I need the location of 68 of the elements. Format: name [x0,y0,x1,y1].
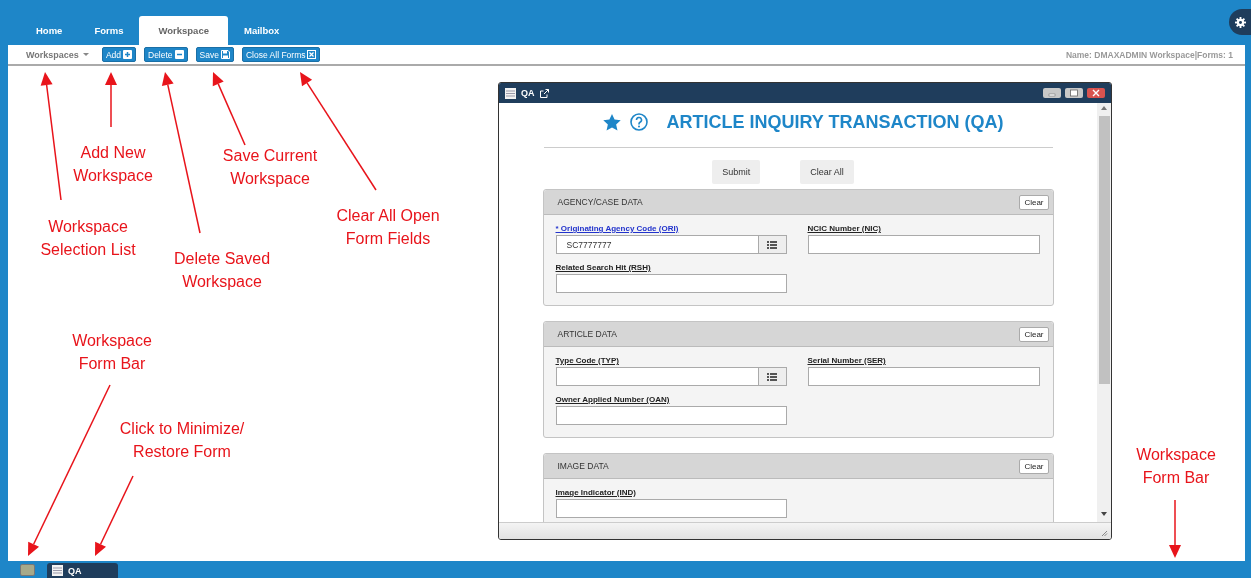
clear-button[interactable]: Clear [1019,458,1049,474]
taskbar-item[interactable]: QA [47,563,118,578]
input-field[interactable] [555,367,759,386]
toolbar-button[interactable]: Delete [144,47,188,62]
nav-tab[interactable]: Mailbox [227,16,296,45]
plus-icon [123,50,132,59]
resize-grip-icon[interactable] [1101,530,1108,537]
annotation-label: Click to Minimize/ Restore Form [118,419,246,462]
close-button[interactable] [1087,88,1105,98]
field-label: Related Search Hit (RSH) [555,263,652,272]
lookup-button[interactable] [758,367,787,386]
annotation-arrow [105,72,117,128]
workspace-status: Name: DMAXADMIN Workspace|Forms: 1 [1065,49,1233,60]
annotation-label: Clear All Open Form Fields [335,206,441,249]
annotation-label: Workspace Selection List [39,217,137,260]
annotation-label: Workspace Form Bar [71,331,153,374]
lookup-button[interactable] [758,235,787,254]
section-title: AGENCY/CASE DATA [557,197,644,207]
toolbar-button[interactable]: Add [101,47,136,62]
form-heading: ARTICLE INQUIRY TRANSACTION (QA) [666,111,1004,133]
settings-icon [1234,16,1246,28]
window-title: QA [521,88,535,98]
clear-button[interactable]: Clear [1019,326,1049,342]
minimize-button[interactable] [1043,88,1061,98]
save-icon [220,50,230,59]
workspace-dropdown[interactable]: Workspaces [26,49,89,60]
form-button[interactable]: Submit [712,160,761,184]
nav-tab[interactable]: Workspace [139,16,228,45]
maximize-button[interactable] [1065,88,1083,98]
input-field[interactable] [807,367,1040,386]
annotation-label: Save Current Workspace [221,146,319,189]
help-icon[interactable] [629,113,648,131]
section-title: IMAGE DATA [557,461,610,471]
scroll-thumb[interactable] [1098,116,1110,384]
close-icon [307,50,317,59]
field-label: Type Code (TYP) [555,356,620,365]
list-icon [767,372,777,381]
input-field[interactable] [807,235,1040,254]
list-icon [767,240,777,249]
annotation-arrow [1169,499,1181,558]
external-link-icon[interactable] [539,88,549,98]
scrollbar[interactable] [1097,103,1111,522]
caret-icon [82,53,89,56]
input-field[interactable] [555,406,787,425]
annotation-label: Add New Workspace [72,143,154,186]
nav-tab[interactable]: Forms [78,16,140,45]
minus-icon [174,50,184,59]
field-label: * Originating Agency Code (ORI) [555,224,680,233]
clear-button[interactable]: Clear [1019,194,1049,210]
star-icon[interactable] [602,113,621,131]
field-label: Image Indicator (IND) [555,488,637,497]
input-field[interactable] [555,274,787,293]
nav-tab[interactable]: Home [20,16,79,45]
field-label: NCIC Number (NIC) [807,224,882,233]
annotation-label: Workspace Form Bar [1135,445,1217,488]
field-label: Serial Number (SER) [807,356,887,365]
field-label: Owner Applied Number (OAN) [555,395,671,404]
show-desktop-button[interactable] [20,564,35,576]
annotation-label: Delete Saved Workspace [172,249,272,292]
form-icon [505,87,516,99]
toolbar-button[interactable]: Save [195,47,234,62]
toolbar-button[interactable]: Close All Forms [241,47,321,62]
settings-button[interactable] [1229,9,1251,35]
form-button[interactable]: Clear All [800,160,854,184]
form-icon [52,565,63,576]
section-title: ARTICLE DATA [557,329,618,339]
input-field[interactable] [555,499,787,518]
input-field[interactable]: SC7777777 [555,235,759,254]
